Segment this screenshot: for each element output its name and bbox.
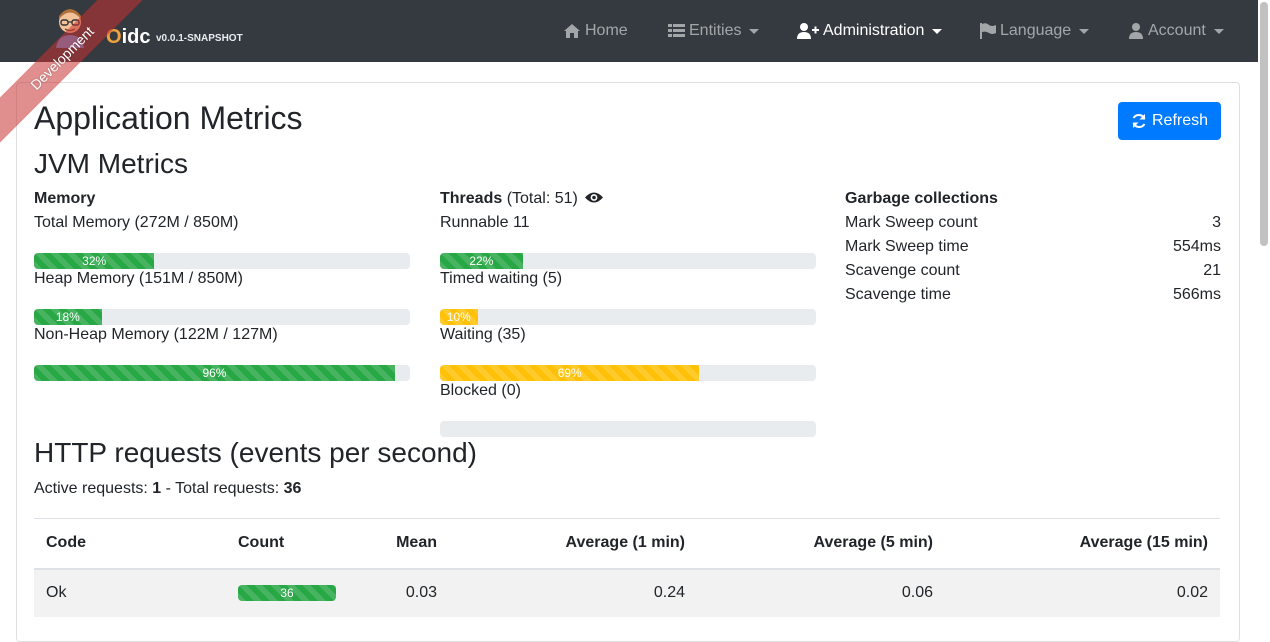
non-heap-memory-bar: 96%	[34, 365, 410, 381]
nav-home[interactable]: Home	[563, 19, 628, 43]
heap-memory-bar-fill: 18%	[34, 309, 102, 325]
cell-avg1: 0.24	[449, 568, 697, 617]
blocked-bar	[440, 421, 816, 437]
memory-heading: Memory	[34, 190, 96, 207]
col-header-code: Code	[34, 518, 226, 570]
total-requests-value: 36	[283, 480, 302, 497]
jvm-metrics-heading: JVM Metrics	[34, 148, 188, 179]
timed-waiting-bar: 10%	[440, 309, 816, 325]
nav-administration[interactable]: Administration	[797, 19, 943, 43]
total-memory-bar: 32%	[34, 253, 410, 269]
home-icon	[564, 24, 580, 38]
nav-entities[interactable]: Entities	[668, 19, 760, 43]
gc-row: Mark Sweep count 3	[845, 214, 1221, 232]
gc-row: Scavenge count 21	[845, 262, 1221, 280]
gc-row-label: Scavenge count	[845, 262, 960, 279]
threads-heading: Threads	[440, 190, 503, 207]
flag-icon	[980, 23, 996, 39]
gc-row-label: Scavenge time	[845, 286, 951, 303]
gc-row-value: 3	[1212, 214, 1221, 231]
gc-row-value: 21	[1203, 262, 1221, 279]
eye-icon[interactable]	[585, 191, 604, 204]
runnable-bar: 22%	[440, 253, 816, 269]
brand-version: v0.0.1-SNAPSHOT	[156, 33, 243, 44]
gc-row-label: Mark Sweep count	[845, 214, 978, 231]
http-requests-table: Code Count Mean Average (1 min) Average …	[34, 518, 1220, 617]
chevron-down-icon	[1079, 28, 1090, 34]
refresh-button[interactable]: Refresh	[1118, 102, 1221, 140]
heap-memory-label: Heap Memory (151M / 850M)	[34, 270, 243, 287]
refresh-label: Refresh	[1151, 112, 1209, 129]
non-heap-memory-bar-fill: 96%	[34, 365, 395, 381]
navbar: Oidc v0.0.1-SNAPSHOT Home Entities Admin…	[0, 0, 1270, 62]
col-header-avg1: Average (1 min)	[449, 518, 697, 570]
active-requests-label: Active requests:	[34, 480, 148, 497]
cell-mean: 0.03	[353, 568, 449, 617]
runnable-bar-fill: 22%	[440, 253, 523, 269]
http-summary: Active requests: 1 - Total requests: 36	[34, 480, 301, 498]
nav-account[interactable]: Account	[1128, 19, 1224, 43]
nav-account-label: Account	[1148, 22, 1206, 39]
gc-row: Mark Sweep time 554ms	[845, 238, 1221, 256]
memory-column: Memory Total Memory (272M / 850M) 32% He…	[34, 190, 410, 390]
gc-row-label: Mark Sweep time	[845, 238, 969, 255]
threads-column: Threads (Total: 51) Runnable 11 22% Time…	[440, 190, 816, 440]
blocked-label: Blocked (0)	[440, 382, 521, 399]
nav-home-label: Home	[585, 22, 628, 39]
gc-row-value: 554ms	[1172, 238, 1221, 255]
chevron-down-icon	[1213, 28, 1224, 34]
col-header-avg15: Average (15 min)	[945, 518, 1220, 570]
cell-avg15: 0.02	[945, 568, 1220, 617]
scrollbar-thumb[interactable]	[1260, 2, 1268, 246]
threads-total: (Total: 51)	[506, 190, 578, 207]
http-requests-heading: HTTP requests (events per second)	[34, 437, 478, 468]
col-header-count: Count	[226, 518, 353, 570]
cell-code: Ok	[34, 568, 226, 617]
sync-icon	[1132, 113, 1146, 129]
page-title: Application Metrics	[34, 100, 303, 136]
table-row: Ok 36 0.03 0.24 0.06 0.02	[34, 568, 1220, 617]
waiting-label: Waiting (35)	[440, 326, 526, 343]
list-icon	[668, 24, 685, 37]
chevron-down-icon	[749, 28, 760, 34]
gc-column: Garbage collections Mark Sweep count 3 M…	[845, 190, 1221, 310]
total-memory-label: Total Memory (272M / 850M)	[34, 214, 239, 231]
table-header-row: Code Count Mean Average (1 min) Average …	[34, 518, 1220, 570]
brand-title: Oidc	[106, 26, 151, 48]
active-requests-value: 1	[152, 480, 162, 497]
nav-language-label: Language	[1000, 22, 1072, 39]
vertical-scrollbar[interactable]	[1258, 0, 1270, 612]
non-heap-memory-label: Non-Heap Memory (122M / 127M)	[34, 326, 278, 343]
threads-heading-row: Threads (Total: 51)	[440, 190, 604, 208]
user-icon	[1129, 23, 1143, 39]
gc-heading: Garbage collections	[845, 190, 998, 207]
timed-waiting-bar-fill: 10%	[440, 309, 478, 325]
cell-avg5: 0.06	[697, 568, 945, 617]
heap-memory-bar: 18%	[34, 309, 410, 325]
cell-count: 36	[226, 568, 353, 617]
nav-entities-label: Entities	[689, 22, 742, 39]
waiting-bar-fill: 69%	[440, 365, 700, 381]
user-plus-icon	[797, 23, 819, 39]
waiting-bar: 69%	[440, 365, 816, 381]
total-requests-label: Total requests:	[175, 480, 280, 497]
total-memory-bar-fill: 32%	[34, 253, 155, 269]
gc-row: Scavenge time 566ms	[845, 286, 1221, 304]
col-header-mean: Mean	[353, 518, 449, 570]
gc-row-value: 566ms	[1172, 286, 1221, 303]
col-header-avg5: Average (5 min)	[697, 518, 945, 570]
nav-administration-label: Administration	[823, 22, 925, 39]
chevron-down-icon	[932, 28, 943, 34]
runnable-label: Runnable 11	[440, 214, 530, 231]
nav-language[interactable]: Language	[980, 19, 1090, 43]
count-bar-fill: 36	[238, 585, 336, 601]
summary-separator: -	[165, 480, 171, 497]
timed-waiting-label: Timed waiting (5)	[440, 270, 563, 287]
count-bar: 36	[238, 585, 336, 601]
avatar-logo	[56, 9, 84, 48]
